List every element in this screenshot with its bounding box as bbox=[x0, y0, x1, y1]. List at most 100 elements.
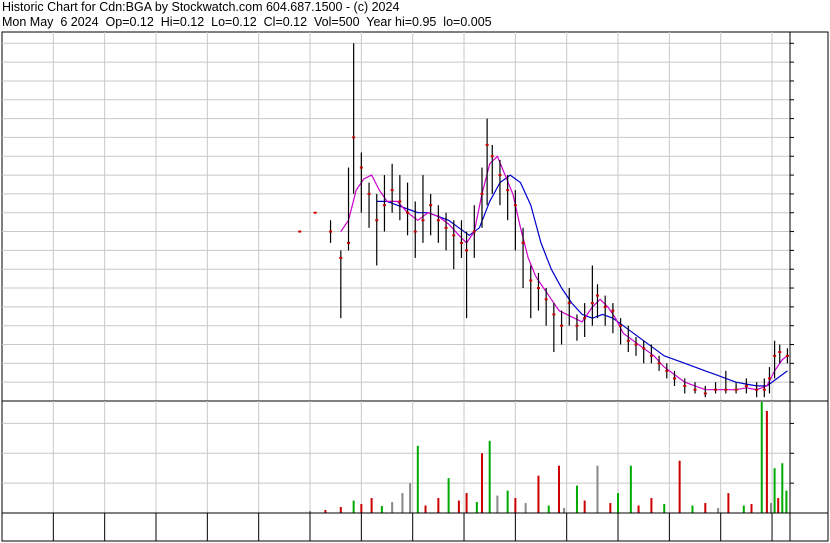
volume-bar bbox=[557, 465, 560, 513]
close-price-marker bbox=[575, 324, 579, 327]
close-price-marker bbox=[590, 302, 594, 305]
close-price-marker bbox=[452, 234, 456, 237]
close-price-marker bbox=[552, 313, 556, 316]
volume-panel bbox=[1, 400, 829, 514]
volume-bar bbox=[575, 485, 578, 513]
volume-bar bbox=[760, 402, 763, 513]
volume-bar bbox=[637, 505, 640, 513]
close-price-marker bbox=[634, 343, 638, 346]
volume-bar bbox=[496, 495, 499, 513]
volume-bar bbox=[370, 498, 373, 513]
stock-chart bbox=[1, 31, 829, 542]
close-price-marker bbox=[785, 354, 789, 357]
close-price-marker bbox=[544, 298, 548, 301]
volume-bar bbox=[391, 502, 394, 513]
volume-bar bbox=[678, 460, 681, 513]
volume-bar bbox=[401, 493, 404, 513]
close-price-marker bbox=[619, 324, 623, 327]
volume-bar bbox=[629, 465, 632, 513]
close-price-marker bbox=[429, 204, 433, 207]
close-price-marker bbox=[672, 377, 676, 380]
close-price-marker bbox=[626, 339, 630, 342]
close-price-marker bbox=[755, 388, 759, 391]
volume-bar bbox=[380, 506, 383, 513]
close-price-marker bbox=[703, 392, 707, 395]
volume-bar bbox=[488, 440, 491, 513]
volume-bar bbox=[704, 503, 707, 513]
close-price-marker bbox=[583, 317, 587, 320]
volume-bar bbox=[465, 493, 468, 513]
volume-bar bbox=[506, 490, 509, 513]
volume-bar bbox=[785, 490, 788, 513]
close-price-marker bbox=[465, 249, 469, 252]
volume-bar bbox=[352, 500, 355, 513]
year-axis-frame bbox=[1, 512, 829, 542]
close-price-marker bbox=[611, 309, 615, 312]
close-price-marker bbox=[485, 143, 489, 146]
volume-bar bbox=[416, 445, 419, 513]
close-price-marker bbox=[567, 302, 571, 305]
close-price-marker bbox=[744, 384, 748, 387]
close-price-marker bbox=[506, 189, 510, 192]
volume-bar bbox=[475, 502, 478, 513]
close-price-marker bbox=[421, 219, 425, 222]
close-price-marker bbox=[490, 155, 494, 158]
close-price-marker bbox=[413, 230, 417, 233]
volume-bar bbox=[770, 503, 773, 513]
volume-bar bbox=[717, 508, 720, 513]
year-axis bbox=[1, 512, 829, 542]
volume-bar bbox=[691, 505, 694, 513]
volume-bar bbox=[480, 453, 483, 513]
close-price-marker bbox=[359, 166, 363, 169]
volume-bar bbox=[750, 504, 753, 513]
close-price-marker bbox=[683, 384, 687, 387]
close-price-marker bbox=[714, 388, 718, 391]
volume-bar bbox=[617, 493, 620, 513]
close-price-marker bbox=[339, 256, 343, 259]
close-price-marker bbox=[665, 369, 669, 372]
close-price-marker bbox=[734, 388, 738, 391]
volume-bar bbox=[742, 505, 745, 513]
close-price-marker bbox=[313, 211, 317, 214]
close-price-marker bbox=[693, 388, 697, 391]
close-price-marker bbox=[513, 204, 517, 207]
close-price-marker bbox=[367, 192, 371, 195]
volume-bar bbox=[765, 410, 768, 513]
volume-bar bbox=[773, 468, 776, 513]
volume-bar bbox=[650, 498, 653, 513]
volume-bar bbox=[547, 505, 550, 513]
close-price-marker bbox=[536, 287, 540, 290]
volume-bar bbox=[663, 504, 666, 513]
close-price-marker bbox=[778, 351, 782, 354]
close-price-marker bbox=[521, 241, 525, 244]
volume-bar bbox=[339, 507, 342, 513]
close-price-marker bbox=[375, 219, 379, 222]
volume-bar bbox=[727, 493, 730, 513]
volume-bar bbox=[424, 505, 427, 513]
volume-bar bbox=[409, 483, 412, 513]
close-price-marker bbox=[382, 204, 386, 207]
close-price-marker bbox=[347, 241, 351, 244]
close-price-marker bbox=[406, 211, 410, 214]
volume-bar bbox=[514, 498, 517, 513]
close-price-marker bbox=[329, 230, 333, 233]
volume-bar bbox=[537, 475, 540, 513]
close-price-marker bbox=[480, 192, 484, 195]
close-price-marker bbox=[724, 388, 728, 391]
close-price-marker bbox=[298, 230, 302, 233]
close-price-marker bbox=[560, 324, 564, 327]
volume-bar bbox=[447, 478, 450, 513]
volume-bar bbox=[457, 500, 460, 513]
close-price-marker bbox=[459, 241, 463, 244]
volume-bar bbox=[563, 508, 566, 513]
close-price-marker bbox=[398, 200, 402, 203]
close-price-marker bbox=[767, 377, 771, 380]
close-price-marker bbox=[657, 362, 661, 365]
volume-bar bbox=[583, 500, 586, 513]
close-price-marker bbox=[498, 174, 502, 177]
volume-bar bbox=[596, 465, 599, 513]
close-price-marker bbox=[762, 388, 766, 391]
close-price-marker bbox=[603, 305, 607, 308]
volume-bar bbox=[437, 498, 440, 513]
price-panel bbox=[1, 31, 829, 402]
